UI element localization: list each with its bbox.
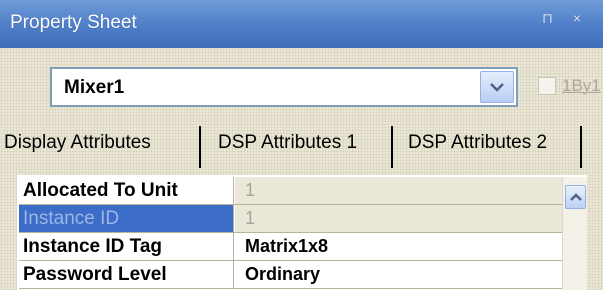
property-name: Password Level	[19, 261, 234, 288]
tab-separator	[391, 126, 393, 168]
one-by-one-label: 1By1	[562, 76, 601, 95]
chevron-down-icon	[490, 83, 504, 92]
pin-icon[interactable]: ⊓	[542, 10, 561, 27]
tab-separator	[199, 126, 201, 168]
title-buttons: ⊓ ×	[542, 10, 589, 27]
property-row[interactable]: Password Level Ordinary	[19, 261, 564, 289]
close-icon[interactable]: ×	[573, 10, 589, 26]
chevron-up-icon	[569, 192, 582, 201]
vertical-scrollbar[interactable]	[562, 177, 587, 290]
scroll-up-button[interactable]	[565, 185, 586, 209]
property-name: Instance ID	[19, 205, 234, 232]
window-title: Property Sheet	[10, 12, 137, 33]
property-value: 1	[235, 177, 564, 204]
tab-dsp-attributes-1[interactable]: DSP Attributes 1	[218, 132, 357, 154]
property-row[interactable]: Allocated To Unit 1	[19, 177, 564, 205]
one-by-one-toggle[interactable]: 1By1	[538, 76, 601, 96]
window-titlebar: Property Sheet ⊓ ×	[0, 0, 603, 48]
one-by-one-checkbox[interactable]	[538, 77, 556, 95]
property-name: Instance ID Tag	[19, 233, 234, 260]
property-grid: Allocated To Unit 1 Instance ID 1 Instan…	[17, 175, 587, 290]
tab-dsp-attributes-2[interactable]: DSP Attributes 2	[408, 132, 547, 154]
property-row[interactable]: Instance ID Tag Matrix1x8	[19, 233, 564, 261]
object-selector-value: Mixer1	[64, 77, 125, 98]
property-value: 1	[235, 205, 564, 232]
attribute-tabs: Display Attributes DSP Attributes 1 DSP …	[0, 126, 603, 168]
property-value[interactable]: Ordinary	[235, 261, 564, 288]
tab-display-attributes[interactable]: Display Attributes	[4, 132, 151, 154]
property-value[interactable]: Matrix1x8	[235, 233, 564, 260]
object-selector-combo[interactable]: Mixer1	[50, 67, 518, 107]
property-name: Allocated To Unit	[19, 177, 234, 204]
property-row-selected[interactable]: Instance ID 1	[19, 205, 564, 233]
tab-separator	[580, 126, 582, 168]
combo-dropdown-button[interactable]	[480, 71, 514, 103]
